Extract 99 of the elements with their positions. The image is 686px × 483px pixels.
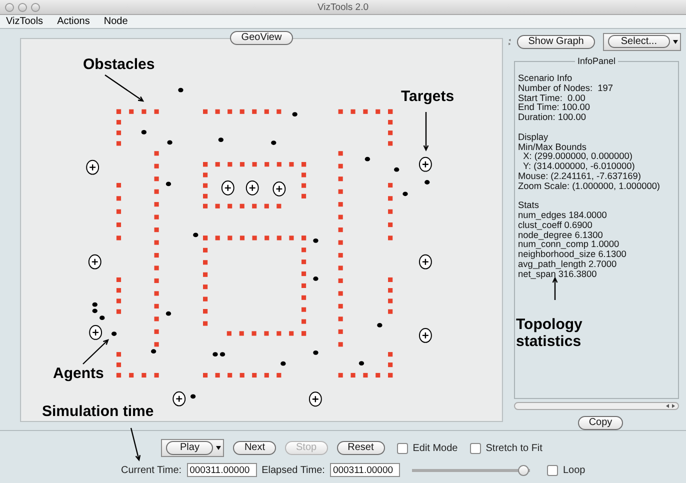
- info-line: Stats: [518, 201, 540, 211]
- obstacle-wall: [116, 182, 122, 240]
- agent-dot: [167, 140, 172, 145]
- info-line: Mouse: (2.241161, -7.637169): [518, 172, 642, 182]
- time-field[interactable]: 000311.00000: [186, 463, 257, 477]
- agent-dot: [193, 232, 198, 238]
- agent-dot: [364, 156, 370, 162]
- panel-title: InfoPanel: [575, 56, 618, 67]
- select-button[interactable]: Select...: [608, 35, 670, 48]
- info-line: Y: (314.000000, -6.010000): [522, 162, 636, 172]
- checkbox[interactable]: [396, 442, 408, 454]
- agent-dot: [402, 192, 408, 196]
- target-icon: [308, 392, 322, 407]
- info-line: avg_path_length 2.7000: [518, 260, 618, 270]
- target-icon: [272, 181, 286, 196]
- info-line: X: (299.000000, 0.000000): [522, 152, 634, 162]
- agent-dot: [292, 112, 298, 116]
- annotation-label: Obstacles: [83, 56, 155, 73]
- info-line: End Time: 100.00: [518, 103, 592, 113]
- caret-icon: [216, 446, 221, 450]
- target-icon: [172, 391, 186, 406]
- agent-dot: [92, 302, 98, 307]
- info-line: Number of Nodes: 197: [518, 84, 614, 94]
- info-line: Zoom Scale: (1.000000, 1.000000): [518, 182, 661, 192]
- agent-dot: [280, 361, 286, 366]
- play-dropdown[interactable]: Play: [161, 439, 224, 457]
- obstacle-wall: [388, 277, 393, 314]
- info-line: num_edges 184.0000: [518, 211, 608, 221]
- info-line: Display: [518, 132, 550, 143]
- target-icon: [246, 180, 259, 196]
- arrow: [423, 111, 429, 152]
- agent-dot: [178, 88, 184, 92]
- obstacle-wall: [116, 277, 122, 314]
- control-button[interactable]: Next: [233, 441, 276, 455]
- target-icon: [86, 160, 100, 175]
- split-arrows-icon[interactable]: [508, 36, 512, 47]
- field-label: Current Time:: [121, 464, 182, 476]
- info-line: node_degree 6.1300: [518, 230, 604, 240]
- info-line: Min/Max Bounds: [518, 142, 588, 152]
- info-line: Duration: 100.00: [518, 113, 587, 123]
- control-button[interactable]: Reset: [336, 441, 385, 455]
- menu-item[interactable]: Actions: [57, 16, 90, 27]
- horizontal-scrollbar[interactable]: [514, 402, 679, 410]
- agent-dot: [150, 349, 156, 354]
- info-line: Scenario Info: [518, 74, 574, 84]
- obstacle-wall: [388, 182, 393, 240]
- caret-icon: [672, 40, 678, 44]
- time-field[interactable]: 000311.00000: [330, 463, 400, 477]
- agent-dot: [424, 180, 430, 184]
- annotation-label: Agents: [53, 365, 104, 382]
- agent-dot: [166, 182, 172, 186]
- play-button[interactable]: Play: [166, 441, 214, 455]
- info-line: Start Time: 0.00: [518, 94, 586, 103]
- agent-dot: [190, 394, 196, 399]
- field-label: Elapsed Time:: [262, 464, 325, 476]
- annotation-label: Topology statistics: [516, 316, 584, 350]
- target-icon: [221, 180, 234, 196]
- target-icon: [88, 254, 102, 270]
- checkbox[interactable]: [470, 442, 481, 454]
- agent-dot: [100, 316, 105, 320]
- geoview-button[interactable]: GeoView: [230, 31, 293, 45]
- arrow: [82, 339, 109, 365]
- target-icon: [418, 254, 432, 270]
- show-graph-button[interactable]: Show Graph: [517, 34, 595, 49]
- agent-dot: [377, 323, 382, 328]
- target-icon: [418, 328, 432, 343]
- agent-dot: [92, 308, 98, 314]
- checkbox[interactable]: [546, 464, 558, 476]
- copy-button[interactable]: Copy: [578, 416, 624, 430]
- window-title: VizTools 2.0: [317, 2, 369, 12]
- target-icon: [418, 156, 432, 172]
- info-line: neighborhood_size 6.1300: [518, 250, 628, 260]
- menu-item[interactable]: Node: [104, 16, 128, 27]
- menu-item[interactable]: VizTools: [6, 16, 44, 27]
- select-dropdown[interactable]: Select...: [602, 32, 681, 51]
- agent-dot: [218, 138, 224, 142]
- agent-dot: [313, 350, 318, 355]
- info-line: net_span 316.3800: [518, 270, 598, 280]
- arrow: [130, 427, 141, 462]
- slider-thumb[interactable]: [518, 464, 529, 476]
- agent-dot: [271, 140, 276, 145]
- checkbox-label: Edit Mode: [412, 442, 458, 454]
- agent-dot: [111, 332, 117, 336]
- checkbox-label: Loop: [562, 464, 586, 476]
- agent-dot: [313, 238, 318, 243]
- info-line: clust_coeff 0.6900: [518, 220, 594, 231]
- checkbox-label: Stretch to Fit: [486, 442, 542, 454]
- agent-dot: [358, 361, 364, 366]
- annotation-label: Simulation time: [42, 403, 154, 420]
- agent-dot: [220, 352, 226, 357]
- scroll-arrows-icon[interactable]: [666, 404, 675, 408]
- agent-dot: [394, 167, 400, 172]
- agent-dot: [166, 311, 172, 316]
- agent-dot: [212, 352, 218, 357]
- annotation-label: Targets: [401, 88, 454, 105]
- agent-dot: [141, 130, 146, 134]
- agent-dot: [313, 276, 318, 281]
- info-line: num_conn_comp 1.0000: [518, 240, 620, 250]
- arrow: [104, 74, 144, 102]
